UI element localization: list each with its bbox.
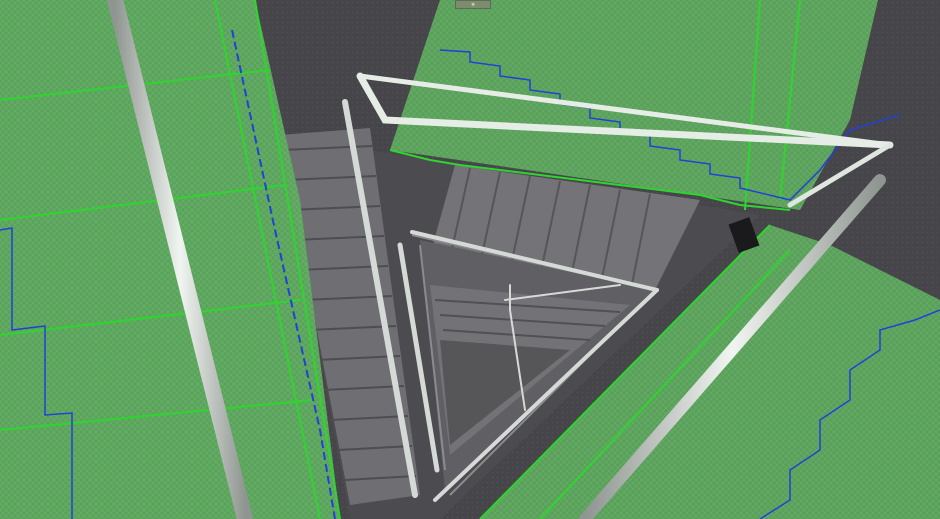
stairwell-scene[interactable] bbox=[0, 0, 940, 519]
gizmo-chip[interactable]: ✱ bbox=[455, 0, 491, 9]
axis-gizmo-icon: ✱ bbox=[471, 1, 475, 8]
3d-viewport[interactable]: ✱ bbox=[0, 0, 940, 519]
